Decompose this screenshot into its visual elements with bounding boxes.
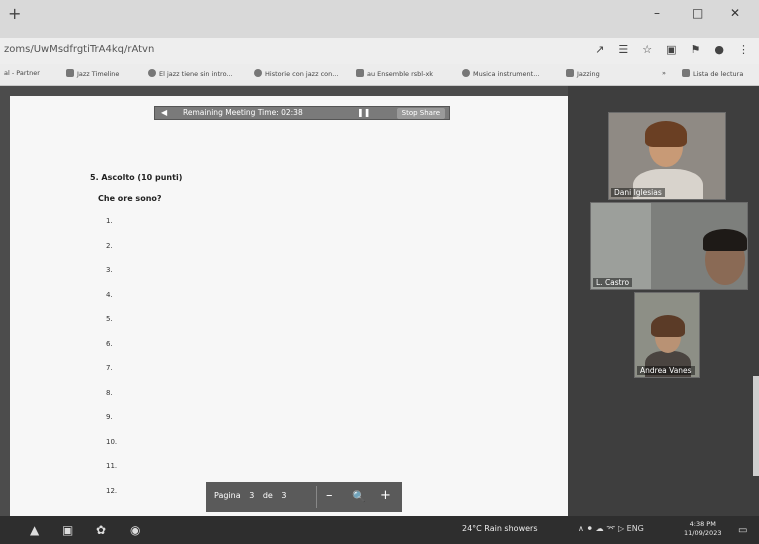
bookmark-label: au Ensemble rsbl-xk: [367, 70, 434, 78]
bookmark-item[interactable]: Historie con jazz con...: [254, 69, 338, 78]
address-bar[interactable]: zoms/UwMsdfrgtiTrA4kq/rAtvn ↗ ☰ ☆ ▣ ⚑ ● …: [0, 38, 759, 64]
document-title: 5. Ascolto (10 punti): [90, 173, 183, 182]
of-label: de: [262, 491, 273, 500]
maximize-button[interactable]: □: [692, 6, 703, 20]
bookmarks-bar: al - Partner Jazz Timeline El jazz tiene…: [0, 64, 759, 86]
answer-line: 10.: [106, 437, 118, 446]
answer-line: 1.: [106, 217, 113, 225]
clock-date: 11/09/2023: [684, 529, 722, 537]
bookmark-item[interactable]: Jazzing: [566, 69, 600, 78]
reading-list-icon: [682, 69, 690, 77]
bookmark-item[interactable]: au Ensemble rsbl-xk: [356, 69, 433, 78]
share-icon[interactable]: ↗: [595, 43, 604, 56]
star-icon[interactable]: ☆: [642, 43, 652, 56]
grid-icon: [66, 69, 74, 77]
pin-icon[interactable]: ⚑: [691, 43, 701, 56]
bookmark-item[interactable]: Jazz Timeline: [66, 69, 119, 78]
zoom-in-button[interactable]: +: [380, 488, 391, 503]
browser-titlebar: + – □ ✕: [0, 0, 759, 38]
participant-name: L. Castro: [593, 278, 633, 287]
answer-line: 5.: [106, 315, 113, 323]
bookmark-item[interactable]: El jazz tiene sin intro...: [148, 69, 233, 78]
answer-line: 3.: [106, 266, 113, 274]
answer-line: 6.: [106, 339, 113, 348]
bookmark-label: El jazz tiene sin intro...: [159, 70, 233, 78]
bookmark-label: al - Partner: [4, 69, 40, 77]
bookmark-item[interactable]: Lista de lectura: [682, 69, 743, 78]
answer-line: 4.: [106, 290, 113, 299]
bookmark-label: Lista de lectura: [693, 70, 744, 78]
answer-line: 2.: [106, 241, 113, 250]
pause-share-icon[interactable]: ❚❚: [357, 108, 370, 117]
shared-document: 5. Ascolto (10 punti) Che ore sono? 1. 2.…: [10, 96, 568, 516]
participant-video[interactable]: Dani Iglesias: [608, 112, 726, 200]
notifications-icon[interactable]: ▭: [738, 525, 747, 536]
meeting-timer: Remaining Meeting Time: 02:38: [183, 108, 303, 117]
participant-name: Dani Iglesias: [611, 188, 665, 197]
total-pages: 3: [281, 491, 287, 500]
app-icon[interactable]: ✿: [96, 523, 106, 537]
participant-video[interactable]: Andrea Vanes: [634, 292, 700, 378]
bookmark-label: Historie con jazz con...: [265, 70, 339, 78]
bookmark-item[interactable]: Musica instrument...: [462, 69, 539, 78]
answer-line: 7.: [106, 364, 113, 372]
bookmark-label: Musica instrument...: [473, 70, 540, 78]
participant-name: Andrea Vanes: [637, 366, 695, 375]
address-bar-icons: ↗ ☰ ☆ ▣ ⚑ ● ⋮: [595, 43, 749, 56]
participant-hair: [703, 229, 747, 251]
taskbar-clock[interactable]: 4:38 PM 11/09/2023: [684, 520, 721, 538]
minimize-button[interactable]: –: [654, 6, 660, 20]
panel-scrollbar[interactable]: [753, 376, 759, 476]
g-icon: [254, 69, 262, 77]
page-indicator: Pagina 3 de 3: [214, 491, 292, 500]
bird-icon: [356, 69, 364, 77]
participants-panel: Dani Iglesias L. Castro Andrea Vanes: [568, 86, 759, 516]
stop-share-button[interactable]: Stop Share: [396, 108, 445, 119]
document-question: Che ore sono?: [98, 194, 162, 203]
instagram-icon[interactable]: ▣: [62, 523, 73, 537]
bookmark-label: Jazz Timeline: [77, 70, 120, 78]
participant-video[interactable]: L. Castro: [590, 202, 748, 290]
translate-icon[interactable]: ☰: [618, 43, 628, 56]
bookmark-label: Jazzing: [577, 70, 600, 78]
meeting-area: 5. Ascolto (10 punti) Che ore sono? 1. 2.…: [0, 86, 759, 516]
start-icon[interactable]: ▲: [30, 523, 39, 537]
answer-line: 11.: [106, 462, 118, 470]
bookmarks-more-button[interactable]: »: [662, 69, 666, 77]
taskbar: ▲ ▣ ✿ ◉ 24°C Rain showers ∧ ⚫ ☁ ⌤ ▷ ENG …: [0, 516, 759, 544]
participant-hair: [651, 315, 685, 337]
new-tab-button[interactable]: +: [8, 4, 21, 23]
answer-line: 8.: [106, 388, 113, 397]
url-text[interactable]: zoms/UwMsdfrgtiTrA4kq/rAtvn: [4, 44, 154, 55]
share-caret-icon[interactable]: ◀: [161, 108, 167, 117]
globe-icon: [462, 69, 470, 77]
extension-icon[interactable]: ▣: [666, 43, 676, 56]
bookmark-item[interactable]: al - Partner: [4, 69, 40, 77]
toolbar-divider: [316, 486, 317, 508]
weather-widget[interactable]: 24°C Rain showers: [462, 524, 537, 533]
chrome-icon[interactable]: ◉: [130, 523, 140, 537]
doc-icon: [566, 69, 574, 77]
clock-time: 4:38 PM: [689, 520, 716, 528]
background-wall: [591, 203, 651, 289]
globe-icon: [148, 69, 156, 77]
answer-line: 9.: [106, 413, 113, 421]
screen-share-bar: ◀ Remaining Meeting Time: 02:38 ❚❚ Stop …: [154, 106, 450, 120]
pdf-toolbar: Pagina 3 de 3 – 🔍 +: [206, 482, 402, 512]
close-window-button[interactable]: ✕: [730, 6, 740, 20]
system-tray[interactable]: ∧ ⚫ ☁ ⌤ ▷ ENG: [578, 524, 644, 533]
menu-icon[interactable]: ⋮: [738, 43, 749, 56]
profile-icon[interactable]: ●: [714, 43, 724, 56]
page-label: Pagina: [214, 491, 241, 500]
answer-line: 12.: [106, 486, 118, 495]
zoom-icon[interactable]: 🔍: [352, 490, 366, 503]
current-page-input[interactable]: 3: [249, 491, 254, 500]
zoom-out-button[interactable]: –: [326, 488, 333, 503]
participant-hair: [645, 121, 687, 147]
